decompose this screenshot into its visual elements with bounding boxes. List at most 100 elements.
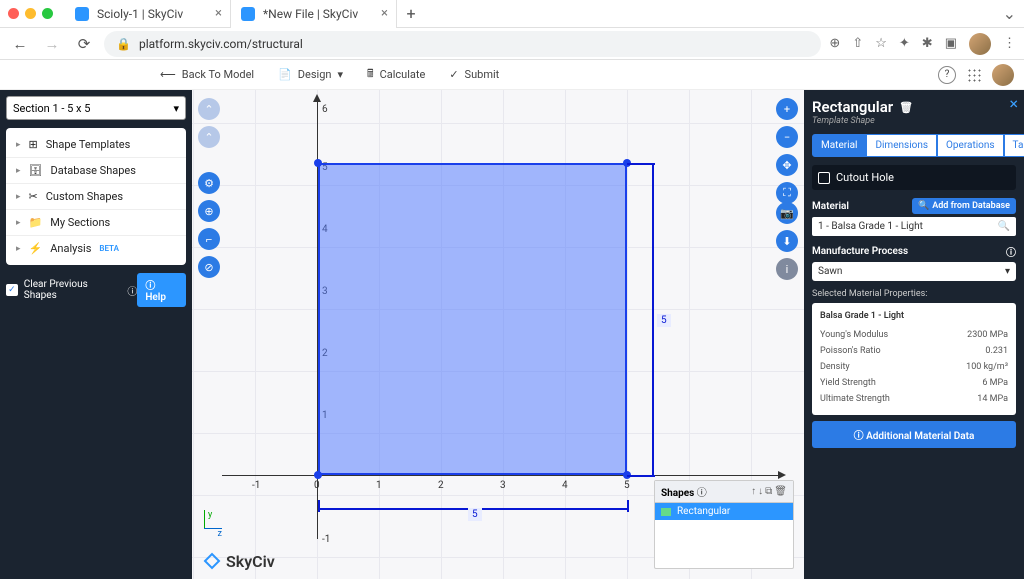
tab-favicon-icon xyxy=(75,7,89,21)
browser-tab[interactable]: Scioly-1 | SkyCiv × xyxy=(65,0,231,28)
calculate-button[interactable]: 🖩 Calculate xyxy=(367,65,425,84)
logo-icon xyxy=(202,551,222,571)
move-down-icon[interactable]: ↓ xyxy=(758,486,763,497)
sidebar-item-my-sections[interactable]: ▸ 📁 My Sections xyxy=(6,210,186,236)
sidebar-item-shape-templates[interactable]: ▸ ⊞ Shape Templates xyxy=(6,132,186,158)
sidebar-item-analysis[interactable]: ▸ ⚡ Analysis BETA xyxy=(6,236,186,261)
download-icon[interactable]: ⬇ xyxy=(776,230,798,252)
tab-taper[interactable]: Taper xyxy=(1004,134,1024,157)
maximize-window-icon[interactable] xyxy=(42,8,53,19)
dimension-ext xyxy=(627,500,629,512)
info-icon[interactable]: ⓘ xyxy=(1006,244,1016,259)
x-tick: 5 xyxy=(624,480,630,491)
chevron-down-icon[interactable]: ⌄ xyxy=(1003,4,1016,23)
design-menu[interactable]: 📄 Design ▾ xyxy=(278,68,343,81)
manufacture-value: Sawn xyxy=(818,266,842,277)
dimension-value-h: 5 xyxy=(468,508,482,521)
material-input[interactable]: 1 - Balsa Grade 1 - Light 🔍 xyxy=(812,217,1016,236)
tab-dimensions[interactable]: Dimensions xyxy=(866,134,937,157)
cutout-label: Cutout Hole xyxy=(836,171,894,184)
sidebar-menu: ▸ ⊞ Shape Templates ▸ 🗄 Database Shapes … xyxy=(6,128,186,265)
dimension-ext xyxy=(627,475,655,477)
zoom-in-icon[interactable]: + xyxy=(776,98,798,120)
x-tick: 1 xyxy=(376,480,382,491)
submit-button[interactable]: ✓ Submit xyxy=(449,68,499,81)
left-tool-column: ⌃ ⌃ ⚙ ⊕ ⌐ ⊘ xyxy=(198,98,220,278)
puzzle-icon[interactable]: ✱ xyxy=(922,36,933,51)
tab-material[interactable]: Material xyxy=(812,134,866,157)
tool-ruler-icon[interactable]: ⌐ xyxy=(198,228,220,250)
tool-visibility-icon[interactable]: ⊘ xyxy=(198,256,220,278)
sidebar-item-custom-shapes[interactable]: ▸ ✂ Custom Shapes xyxy=(6,184,186,210)
info-icon[interactable]: ⓘ xyxy=(697,488,707,499)
url-field[interactable]: 🔒 platform.skyciv.com/structural xyxy=(104,31,821,57)
selector-value: Section 1 - 5 x 5 xyxy=(13,102,90,115)
extension-icon[interactable]: ✦ xyxy=(899,36,910,51)
skyciv-logo: SkyCiv xyxy=(202,551,275,571)
x-tick: 2 xyxy=(438,480,444,491)
user-avatar[interactable] xyxy=(992,64,1014,86)
info-icon[interactable]: ⓘ xyxy=(127,283,137,298)
close-window-icon[interactable] xyxy=(8,8,19,19)
snapshot-icon[interactable]: 📷 xyxy=(776,202,798,224)
address-bar: ← → ⟳ 🔒 platform.skyciv.com/structural ⊕… xyxy=(0,28,1024,60)
cutout-hole-checkbox[interactable]: Cutout Hole xyxy=(812,165,1016,190)
manufacture-select[interactable]: Sawn▾ xyxy=(812,262,1016,281)
tab-operations[interactable]: Operations xyxy=(937,134,1004,157)
shape-list-item[interactable]: Rectangular xyxy=(655,503,793,520)
url-text: platform.skyciv.com/structural xyxy=(139,37,303,51)
info-icon[interactable]: i xyxy=(776,258,798,280)
left-sidebar: Section 1 - 5 x 5▾ ▸ ⊞ Shape Templates ▸… xyxy=(0,90,192,579)
copy-icon[interactable]: ⧉ xyxy=(765,486,772,497)
delete-icon[interactable]: 🗑 xyxy=(774,486,787,497)
fit-icon[interactable]: ⛶ xyxy=(776,182,798,204)
tool-settings-icon[interactable]: ⚙ xyxy=(198,172,220,194)
apps-grid-icon[interactable] xyxy=(966,67,982,83)
canvas[interactable]: 6 5 4 3 2 1 -1 -1 0 1 2 3 4 5 6 7 5 5 ⌃ xyxy=(192,90,804,579)
move-up-icon[interactable]: ↑ xyxy=(751,486,756,497)
pan-icon[interactable]: ✥ xyxy=(776,154,798,176)
shape-color-chip xyxy=(661,508,671,516)
back-to-model-button[interactable]: ⟵ Back To Model xyxy=(160,68,254,81)
profile-avatar[interactable] xyxy=(969,33,991,55)
prop-row: Density100 kg/m³ xyxy=(820,359,1008,375)
forward-button[interactable]: → xyxy=(40,32,64,56)
panel-icon[interactable]: ▣ xyxy=(945,36,957,51)
zoom-out-icon[interactable]: − xyxy=(776,126,798,148)
rectangular-shape[interactable] xyxy=(318,163,627,475)
dimension-line-v xyxy=(652,163,654,475)
app-toolbar: ⟵ Back To Model 📄 Design ▾ 🖩 Calculate ✓… xyxy=(0,60,1024,90)
collapse-up-icon[interactable]: ⌃ xyxy=(198,98,220,120)
browser-tab-active[interactable]: *New File | SkyCiv × xyxy=(231,0,397,28)
search-icon[interactable]: ⊕ xyxy=(829,36,840,51)
help-button[interactable]: ⓘ Help xyxy=(137,273,186,307)
share-icon[interactable]: ⇧ xyxy=(852,36,863,51)
add-from-database-button[interactable]: 🔍 Add from Database xyxy=(912,198,1016,214)
tool-globe-icon[interactable]: ⊕ xyxy=(198,200,220,222)
help-icon[interactable]: ? xyxy=(938,66,956,84)
delete-shape-icon[interactable]: 🗑 xyxy=(899,101,913,114)
additional-material-data-button[interactable]: ⓘ Additional Material Data xyxy=(812,421,1016,448)
close-tab-icon[interactable]: × xyxy=(381,6,388,21)
new-tab-button[interactable]: + xyxy=(397,4,425,23)
clear-previous-shapes-checkbox[interactable]: ✓ Clear Previous Shapes ⓘ xyxy=(6,279,137,301)
menu-icon[interactable]: ⋮ xyxy=(1003,36,1016,51)
minimize-window-icon[interactable] xyxy=(25,8,36,19)
y-tick: 6 xyxy=(322,104,328,115)
selected-props-label: Selected Material Properties: xyxy=(812,289,1016,299)
shape-vertex[interactable] xyxy=(314,471,322,479)
section-selector[interactable]: Section 1 - 5 x 5▾ xyxy=(6,96,186,120)
mac-window-controls[interactable] xyxy=(8,8,53,19)
collapse-down-icon[interactable]: ⌃ xyxy=(198,126,220,148)
reload-button[interactable]: ⟳ xyxy=(72,32,96,56)
close-panel-icon[interactable]: × xyxy=(1009,94,1018,113)
prop-row: Yield Strength6 MPa xyxy=(820,375,1008,391)
axis-indicator: y z xyxy=(204,510,222,539)
back-button[interactable]: ← xyxy=(8,32,32,56)
sidebar-item-database-shapes[interactable]: ▸ 🗄 Database Shapes xyxy=(6,158,186,184)
y-tick: -1 xyxy=(322,534,330,545)
shape-vertex[interactable] xyxy=(314,159,322,167)
bookmark-icon[interactable]: ☆ xyxy=(875,36,887,51)
lock-icon: 🔒 xyxy=(116,37,131,51)
close-tab-icon[interactable]: × xyxy=(215,6,222,21)
